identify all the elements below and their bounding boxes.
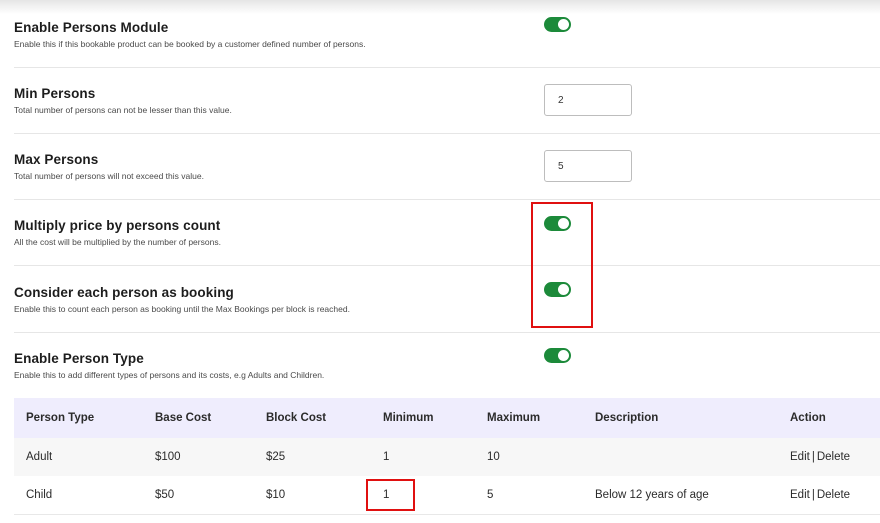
toggle-knob (558, 19, 569, 30)
highlight-box-toggles (531, 202, 593, 328)
description-cell (583, 438, 778, 476)
delete-link[interactable]: Delete (817, 489, 850, 501)
setting-description: Total number of persons can not be lesse… (14, 105, 232, 115)
delete-link[interactable]: Delete (817, 451, 850, 463)
enable-person-type-toggle[interactable] (544, 348, 571, 363)
action-cell: Edit | Delete (778, 476, 880, 515)
setting-description: Total number of persons will not exceed … (14, 171, 204, 181)
column-header: Minimum (371, 398, 475, 438)
setting-multiply-price: Multiply price by persons count All the … (14, 200, 880, 266)
setting-description: Enable this if this bookable product can… (14, 39, 366, 49)
setting-title: Max Persons (14, 152, 99, 167)
setting-enable-persons-module: Enable Persons Module Enable this if thi… (14, 0, 880, 68)
setting-consider-each-person: Consider each person as booking Enable t… (14, 266, 880, 333)
minimum-cell: 1 (371, 438, 475, 476)
maximum-cell: 10 (475, 438, 583, 476)
setting-title: Enable Persons Module (14, 20, 169, 35)
block-cost-cell: $10 (254, 476, 371, 515)
person-type-cell: Adult (14, 438, 143, 476)
maximum-cell: 5 (475, 476, 583, 515)
setting-title: Consider each person as booking (14, 285, 234, 300)
base-cost-cell: $50 (143, 476, 254, 515)
setting-description: Enable this to count each person as book… (14, 304, 350, 314)
setting-title: Multiply price by persons count (14, 218, 221, 233)
setting-description: Enable this to add different types of pe… (14, 370, 325, 380)
edit-link[interactable]: Edit (790, 489, 810, 501)
action-cell: Edit | Delete (778, 438, 880, 476)
column-header: Base Cost (143, 398, 254, 438)
column-header: Person Type (14, 398, 143, 438)
setting-title: Enable Person Type (14, 351, 144, 366)
column-header: Block Cost (254, 398, 371, 438)
enable-persons-module-toggle[interactable] (544, 17, 571, 32)
person-types-table: Person Type Base Cost Block Cost Minimum… (14, 398, 880, 515)
setting-title: Min Persons (14, 86, 96, 101)
max-persons-input[interactable] (544, 150, 632, 182)
block-cost-cell: $25 (254, 438, 371, 476)
min-persons-input[interactable] (544, 84, 632, 116)
column-header: Description (583, 398, 778, 438)
setting-max-persons: Max Persons Total number of persons will… (14, 134, 880, 200)
base-cost-cell: $100 (143, 438, 254, 476)
setting-min-persons: Min Persons Total number of persons can … (14, 68, 880, 134)
action-separator: | (811, 451, 815, 463)
table-header-row: Person Type Base Cost Block Cost Minimum… (14, 398, 880, 438)
table-row: Child $50 $10 1 5 Below 12 years of age … (14, 476, 880, 515)
table-row: Adult $100 $25 1 10 Edit | Delete (14, 438, 880, 476)
setting-enable-person-type: Enable Person Type Enable this to add di… (14, 333, 880, 398)
column-header: Maximum (475, 398, 583, 438)
setting-description: All the cost will be multiplied by the n… (14, 237, 221, 247)
column-header: Action (778, 398, 880, 438)
action-separator: | (811, 488, 815, 501)
person-type-cell: Child (14, 476, 143, 515)
toggle-knob (558, 350, 569, 361)
description-cell: Below 12 years of age (583, 476, 778, 515)
highlight-box-child-minimum (366, 479, 415, 511)
edit-link[interactable]: Edit (790, 451, 810, 463)
